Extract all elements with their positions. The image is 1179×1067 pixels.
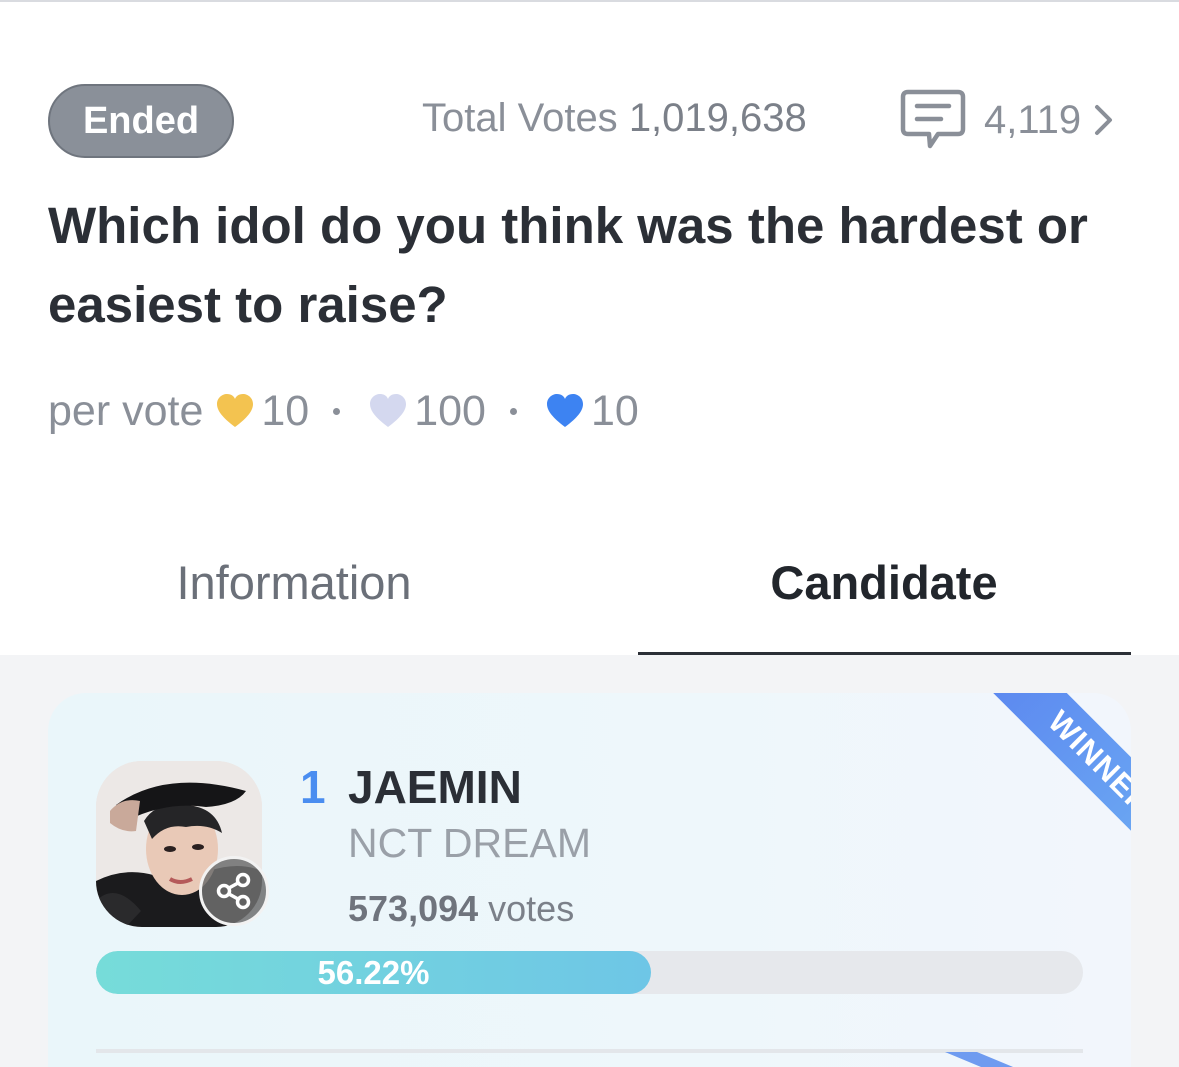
separator-dot <box>333 407 341 415</box>
total-votes-value: 1,019,638 <box>628 96 807 140</box>
separator-dot <box>509 407 517 415</box>
share-icon <box>216 872 251 910</box>
per-vote-label: per vote <box>48 386 204 435</box>
silver-heart-cost: 100 <box>414 386 486 435</box>
chevron-right-icon <box>1095 105 1113 135</box>
total-votes: Total Votes 1,019,638 <box>422 96 807 141</box>
per-vote-costs: per vote 10 100 10 <box>48 383 639 439</box>
top-divider <box>0 0 1179 2</box>
next-candidate-divider <box>96 1049 1083 1053</box>
poll-title: Which idol do you think was the hardest … <box>48 197 1088 333</box>
winner-ribbon: WINNER <box>975 693 1131 888</box>
silver-heart-icon <box>370 394 407 427</box>
candidate-votes-label: votes <box>488 888 575 929</box>
tab-bar: Information Candidate <box>0 540 1179 658</box>
tab-candidate[interactable]: Candidate <box>638 540 1130 654</box>
candidate-rank: 1 <box>300 761 326 813</box>
gold-heart-cost: 10 <box>261 386 310 435</box>
gold-heart-icon <box>217 394 254 427</box>
blue-heart-cost: 10 <box>590 386 639 435</box>
comment-icon <box>900 89 966 149</box>
comments-button[interactable]: 4,119 <box>900 88 1115 152</box>
tab-information[interactable]: Information <box>48 540 540 654</box>
candidate-votes-value: 573,094 <box>348 888 479 929</box>
vote-percent: 56.22% <box>317 953 430 991</box>
candidate-votes: 573,094 votes <box>348 888 574 930</box>
share-button[interactable] <box>199 856 269 926</box>
vote-progress-bar: 56.22% <box>96 951 1083 994</box>
total-votes-label: Total Votes <box>422 96 618 140</box>
candidate-name: JAEMIN <box>348 761 522 813</box>
poll-header: Ended Total Votes 1,019,638 4,119 Which … <box>0 0 1179 658</box>
comment-count: 4,119 <box>984 97 1082 142</box>
candidate-group: NCT DREAM <box>348 820 591 866</box>
blue-heart-icon <box>546 394 583 427</box>
status-badge: Ended <box>48 84 234 158</box>
